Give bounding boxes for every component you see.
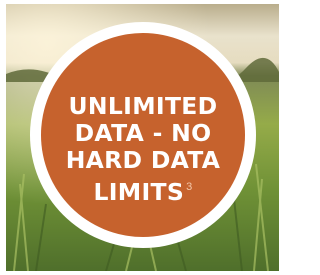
headline-line-1: UNLIMITED <box>68 92 218 120</box>
promo-tile: UNLIMITED DATA - NO HARD DATA LIMITS 3 <box>6 4 279 271</box>
badge-headline: UNLIMITED DATA - NO HARD DATA LIMITS 3 <box>34 93 252 206</box>
headline-line-3: HARD DATA <box>65 146 221 174</box>
headline-line-2: DATA - NO <box>74 119 212 147</box>
headline-line-4: LIMITS 3 <box>34 174 252 206</box>
footnote-marker: 3 <box>186 181 193 193</box>
headline-line-4-text: LIMITS <box>93 178 185 206</box>
